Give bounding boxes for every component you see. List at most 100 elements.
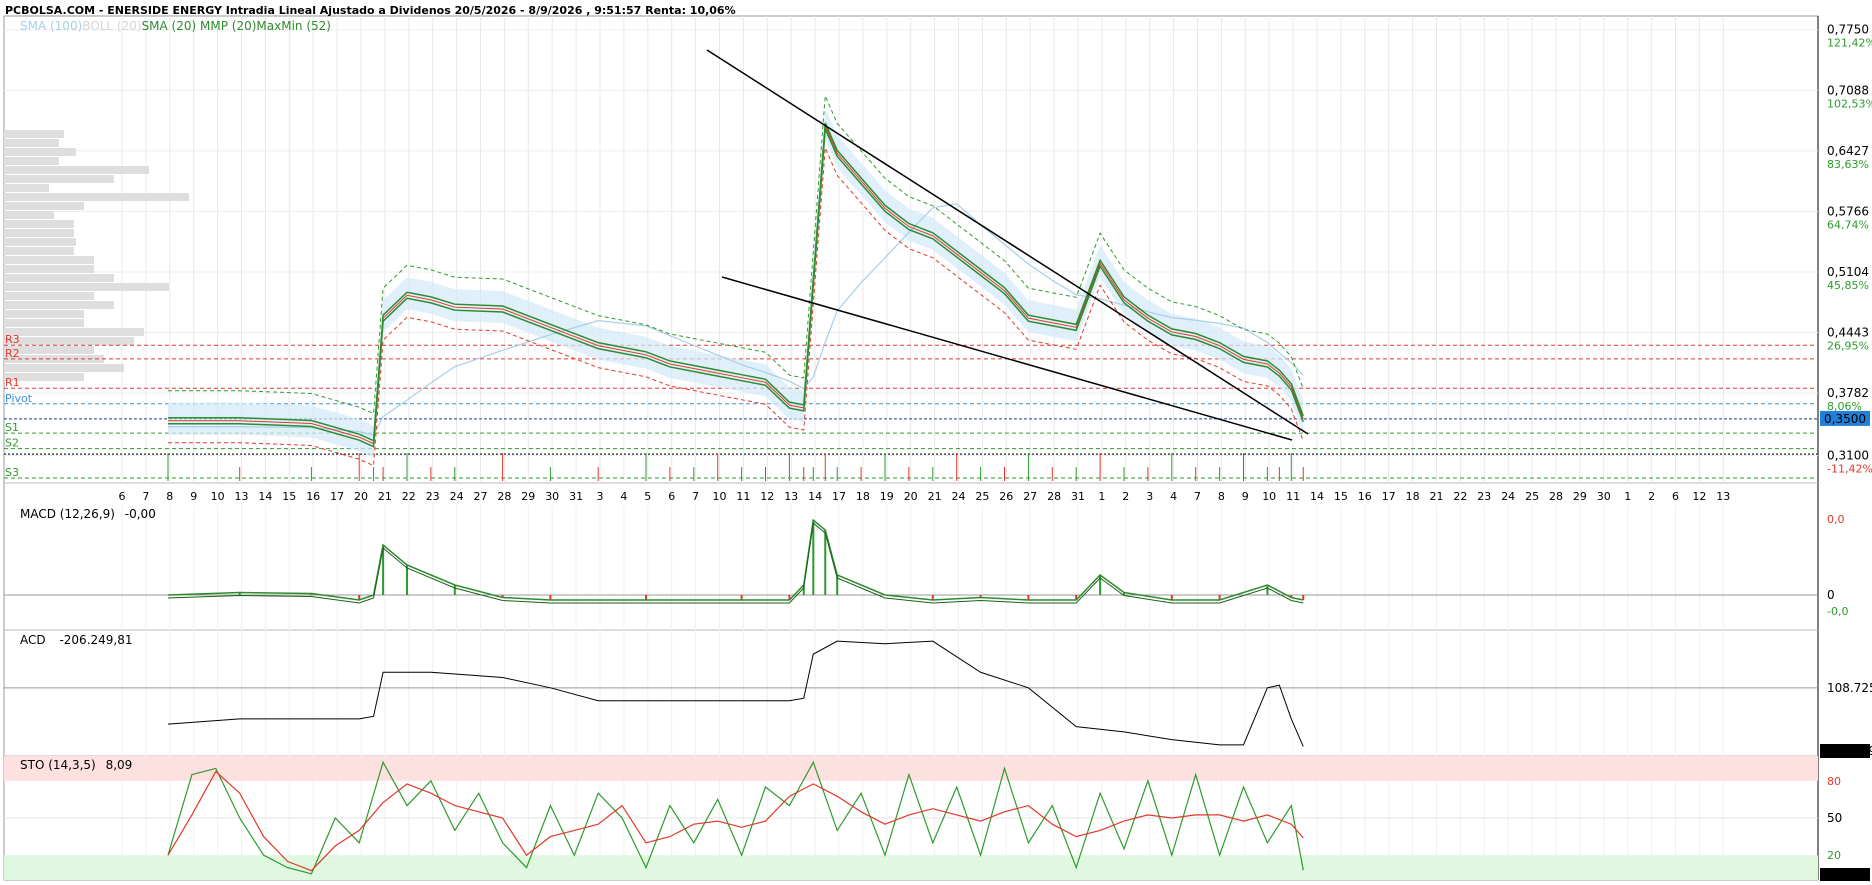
x-tick-label: 30	[545, 490, 559, 503]
volume-profile-bar	[4, 247, 74, 255]
acd-label: ACD	[20, 633, 46, 647]
x-tick-label: 25	[975, 490, 989, 503]
x-tick-label: 28	[1549, 490, 1563, 503]
x-tick-label: 6	[668, 490, 675, 503]
price-axis-label: 0,4443	[1827, 326, 1869, 340]
x-tick-label: 7	[142, 490, 149, 503]
x-tick-label: 28	[497, 490, 511, 503]
x-tick-label: 17	[330, 490, 344, 503]
pivot-label: S2	[5, 437, 19, 450]
price-axis-label: 0,5104	[1827, 265, 1869, 279]
acd-current-value: -206.249	[1822, 744, 1872, 758]
x-tick-label: 25	[1525, 490, 1539, 503]
current-price-value: 0,3500	[1824, 412, 1866, 426]
bollinger-band	[168, 107, 1304, 458]
x-tick-label: 3	[1146, 490, 1153, 503]
pivot-label: S3	[5, 466, 19, 479]
x-tick-label: 31	[569, 490, 583, 503]
sto-current-value: 8,092	[1822, 867, 1856, 881]
macd-line	[167, 518, 1304, 601]
percent-axis-label: 83,63%	[1827, 158, 1869, 171]
x-tick-label: 19	[880, 490, 894, 503]
price-axis-label: 0,5766	[1827, 204, 1869, 218]
x-tick-label: 13	[235, 490, 249, 503]
x-tick-label: 9	[190, 490, 197, 503]
volume-profile-bar	[4, 229, 74, 237]
macd-signal-line	[167, 522, 1304, 604]
price-axis-label: 0,6427	[1827, 144, 1869, 158]
x-tick-label: 16	[306, 490, 320, 503]
x-tick-label: 11	[1286, 490, 1300, 503]
indicator-legend[interactable]: SMA (100)BOLL (20)SMA (20) MMP (20)MaxMi…	[20, 19, 331, 33]
sto-pane-title: STO (14,3,5) 8,09	[20, 758, 132, 772]
pivot-label: R1	[5, 376, 20, 389]
price-line	[168, 125, 1304, 445]
x-tick-label: 27	[1023, 490, 1037, 503]
percent-axis-label: 121,42%	[1827, 37, 1872, 50]
volume-profile-bar	[4, 238, 76, 246]
x-tick-label: 9	[1242, 490, 1249, 503]
x-tick-label: 31	[1071, 490, 1085, 503]
x-tick-label: 10	[211, 490, 225, 503]
legend-mmp20[interactable]: MMP (20)	[200, 19, 256, 33]
x-tick-label: 8	[166, 490, 173, 503]
x-tick-label: 28	[1047, 490, 1061, 503]
x-tick-label: 21	[1430, 490, 1444, 503]
volume-profile-bar	[4, 211, 54, 219]
legend-boll20[interactable]: BOLL (20)	[82, 19, 141, 33]
x-tick-label: 29	[521, 490, 535, 503]
price-axis-label: 0,3100	[1827, 449, 1869, 463]
x-tick-label: 14	[1310, 490, 1324, 503]
volume-profile-bar	[4, 319, 84, 327]
x-tick-label: 26	[999, 490, 1013, 503]
x-tick-label: 16	[1358, 490, 1372, 503]
x-tick-label: 13	[784, 490, 798, 503]
volume-profile-bar	[4, 265, 94, 273]
price-axis-label: 0,7088	[1827, 83, 1869, 97]
chart-title: PCBOLSA.COM - ENERSIDE ENERGY Intradia L…	[5, 4, 736, 17]
x-tick-label: 14	[258, 490, 272, 503]
x-tick-label: 15	[282, 490, 296, 503]
volume-profile-bar	[4, 139, 59, 147]
volume-profile-bar	[4, 130, 64, 138]
x-tick-label: 15	[1334, 490, 1348, 503]
percent-axis-label: 102,53%	[1827, 97, 1872, 110]
x-tick-label: 22	[1453, 490, 1467, 503]
volume-profile-bar	[4, 220, 74, 228]
pivot-label: Pivot	[5, 392, 33, 405]
macd-axis-label: 0	[1827, 588, 1835, 602]
macd-value: -0,00	[124, 507, 156, 521]
volume-profile-bar	[4, 148, 76, 156]
legend-maxmin52[interactable]: MaxMin (52)	[256, 19, 331, 33]
x-tick-label: 30	[1597, 490, 1611, 503]
x-tick-label: 18	[856, 490, 870, 503]
x-tick-label: 18	[1406, 490, 1420, 503]
x-tick-label: 7	[1194, 490, 1201, 503]
acd-line	[167, 640, 1304, 747]
x-tick-label: 3	[597, 490, 604, 503]
legend-sma100[interactable]: SMA (100)	[20, 19, 82, 33]
x-tick-label: 29	[1573, 490, 1587, 503]
x-tick-label: 23	[1477, 490, 1491, 503]
acd-value: -206.249,81	[59, 633, 133, 647]
macd-axis-label: 0,0	[1827, 513, 1845, 526]
x-tick-label: 22	[402, 490, 416, 503]
x-tick-label: 24	[1501, 490, 1515, 503]
percent-axis-label: 26,95%	[1827, 340, 1869, 353]
pivot-label: S1	[5, 421, 19, 434]
sto-axis-label: 50	[1827, 811, 1842, 825]
acd-pane-title: ACD -206.249,81	[20, 633, 133, 647]
legend-sma20[interactable]: SMA (20)	[142, 19, 197, 33]
x-tick-label: 4	[620, 490, 627, 503]
sto-value: 8,09	[105, 758, 133, 772]
x-tick-label: 27	[474, 490, 488, 503]
volume-profile-bar	[4, 175, 114, 183]
volume-profile-bar	[4, 310, 84, 318]
x-tick-label: 21	[928, 490, 942, 503]
x-tick-label: 5	[644, 490, 651, 503]
chart-header: PCBOLSA.COM - ENERSIDE ENERGY Intradia L…	[5, 4, 736, 17]
x-tick-label: 14	[808, 490, 822, 503]
x-tick-label: 13	[1716, 490, 1730, 503]
x-tick-label: 8	[1218, 490, 1225, 503]
x-tick-label: 17	[1382, 490, 1396, 503]
